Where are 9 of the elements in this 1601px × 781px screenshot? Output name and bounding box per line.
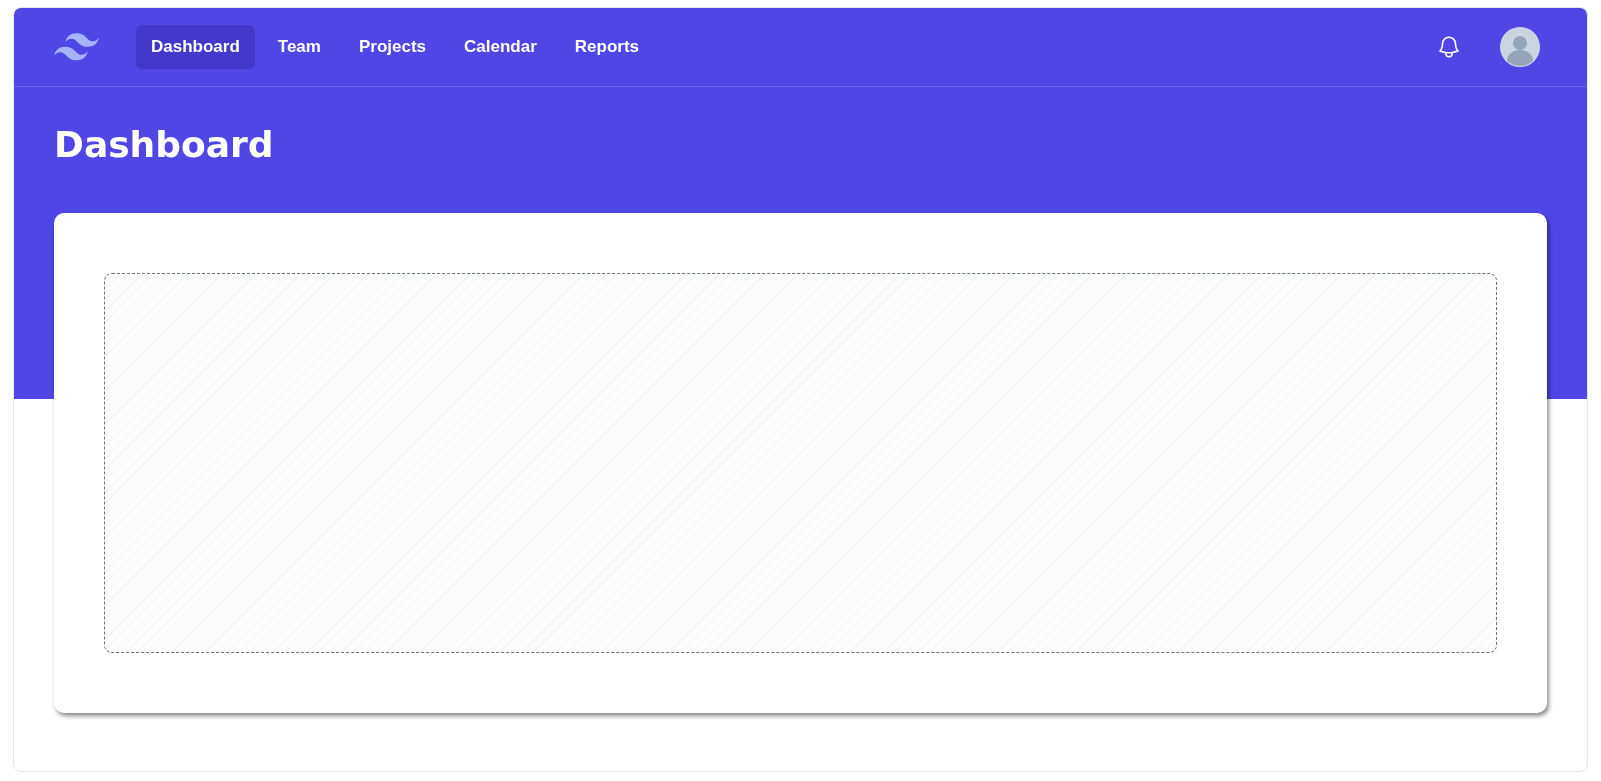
wave-logo-icon[interactable] [54,33,99,61]
avatar-icon[interactable] [1500,27,1540,67]
page-title: Dashboard [54,123,275,167]
bell-icon[interactable] [1436,34,1462,60]
nav-tab[interactable]: Projects [343,25,442,69]
nav-tab[interactable]: Team [262,25,336,69]
nav-tab[interactable]: Dashboard [136,25,255,69]
nav-tab[interactable]: Reports [559,25,655,69]
nav-tab[interactable]: Calendar [449,25,552,69]
